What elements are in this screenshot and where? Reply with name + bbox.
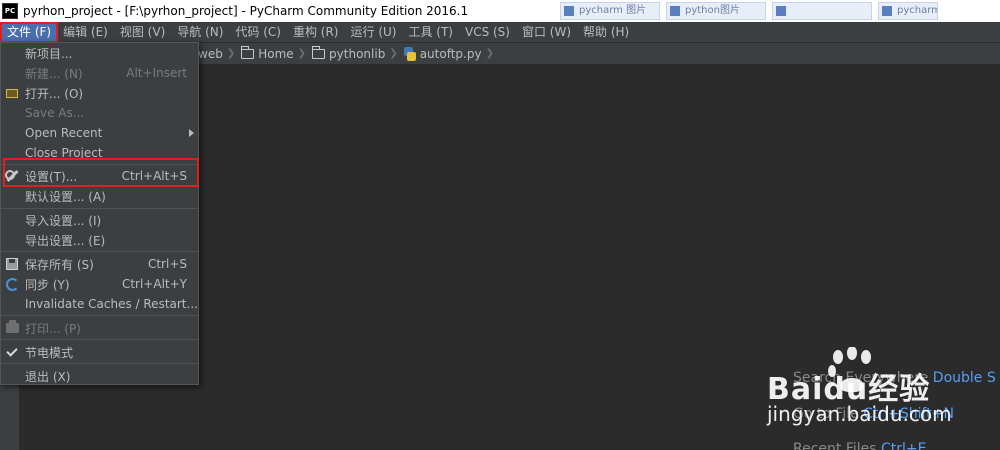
main-menubar: 文件 (F) 编辑 (E) 视图 (V) 导航 (N) 代码 (C) 重构 (R… <box>0 21 1000 43</box>
menu-vcs[interactable]: VCS (S) <box>459 23 516 42</box>
taskbar-button[interactable]: pycharm 图片 <box>560 2 660 20</box>
menu-edit[interactable]: 编辑 (E) <box>57 23 114 42</box>
hint-shortcut: Ctrl+E <box>881 441 927 450</box>
breadcrumb-item-web[interactable]: web ❯ <box>198 43 241 65</box>
menu-file[interactable]: 文件 (F) <box>0 21 59 43</box>
menu-item-open-recent[interactable]: Open Recent <box>1 123 198 143</box>
menu-item-label: 导入设置... (I) <box>25 213 102 228</box>
menu-window[interactable]: 窗口 (W) <box>516 23 577 42</box>
folder-icon <box>240 45 255 59</box>
menu-item-exit[interactable]: 退出 (X) <box>1 366 198 386</box>
save-icon <box>5 257 19 271</box>
pycharm-app-icon: PC <box>2 3 18 19</box>
menu-item-default-settings[interactable]: 默认设置... (A) <box>1 186 198 206</box>
menu-item-shortcut: Ctrl+S <box>147 257 187 271</box>
menu-item-label: Save As... <box>25 106 85 120</box>
menu-item-label: Open Recent <box>25 126 103 140</box>
menu-separator <box>1 251 198 252</box>
window-titlebar: PC pyrhon_project - [F:\pyrhon_project] … <box>0 0 1000 22</box>
breadcrumb: web ❯ Home ❯ pythonlib ❯ autoftp.py ❯ <box>198 43 1000 65</box>
menu-item-label: 导出设置... (E) <box>25 233 106 248</box>
menu-item-label: 新建... (N) <box>25 66 83 81</box>
menu-item-power-save-mode[interactable]: 节电模式 <box>1 342 198 362</box>
taskbar-button[interactable] <box>772 2 872 20</box>
menu-item-label: 节电模式 <box>25 345 74 360</box>
menu-item-label: 保存所有 (S) <box>25 257 94 272</box>
menu-item-label: 同步 (Y) <box>25 277 70 292</box>
chevron-right-icon: ❯ <box>485 48 494 59</box>
menu-item-shortcut: Alt+Insert <box>126 66 187 80</box>
menu-item-label: 打开... (O) <box>25 86 84 101</box>
folder-icon <box>311 45 326 59</box>
breadcrumb-item-autoftp[interactable]: autoftp.py ❯ <box>403 43 500 65</box>
menu-navigate[interactable]: 导航 (N) <box>171 23 229 42</box>
menu-item-label: 默认设置... (A) <box>25 189 106 204</box>
menu-tools[interactable]: 工具 (T) <box>402 23 459 42</box>
taskbar-button[interactable]: python图片 <box>666 2 766 20</box>
chevron-right-icon: ❯ <box>389 48 398 59</box>
menu-item-open[interactable]: 打开... (O) <box>1 83 198 103</box>
sync-icon <box>5 277 19 291</box>
breadcrumb-item-pythonlib[interactable]: pythonlib ❯ <box>311 43 404 65</box>
menu-separator <box>1 363 198 364</box>
menu-help[interactable]: 帮助 (H) <box>577 23 635 42</box>
breadcrumb-label: pythonlib <box>329 46 386 61</box>
menu-item-save-as[interactable]: Save As... <box>1 103 198 123</box>
chevron-right-icon: ❯ <box>226 48 236 59</box>
menu-item-shortcut: Ctrl+Alt+Y <box>121 277 187 291</box>
menu-item-label: Invalidate Caches / Restart... <box>25 297 198 311</box>
breadcrumb-label: autoftp.py <box>419 46 482 61</box>
menu-view[interactable]: 视图 (V) <box>114 23 171 42</box>
submenu-arrow-icon <box>189 129 194 137</box>
menu-code[interactable]: 代码 (C) <box>229 23 287 42</box>
breadcrumb-label: Home <box>258 46 294 61</box>
check-icon <box>5 344 19 359</box>
menu-item-label: 退出 (X) <box>25 369 71 384</box>
background-taskbar: pycharm 图片 python图片 pycharm <box>560 2 1000 20</box>
hint-shortcut: Double S <box>932 370 996 386</box>
breadcrumb-item-home[interactable]: Home ❯ <box>240 43 312 65</box>
python-file-icon <box>403 46 416 61</box>
baidu-watermark-url: jingyan.baidu.com <box>767 402 952 426</box>
menu-run[interactable]: 运行 (U) <box>345 23 403 42</box>
menu-refactor[interactable]: 重构 (R) <box>287 23 345 42</box>
menu-separator <box>1 339 198 340</box>
hint-label: Recent Files <box>793 441 877 450</box>
settings-highlight-box <box>3 158 199 187</box>
menu-item-invalidate-caches[interactable]: Invalidate Caches / Restart... <box>1 294 198 314</box>
menu-item-new-project[interactable]: 新项目... <box>1 43 198 63</box>
menu-item-synchronize[interactable]: 同步 (Y) Ctrl+Alt+Y <box>1 274 198 294</box>
menu-item-save-all[interactable]: 保存所有 (S) Ctrl+S <box>1 254 198 274</box>
print-icon <box>5 320 19 335</box>
chevron-right-icon: ❯ <box>297 48 307 59</box>
menu-separator <box>1 315 198 316</box>
file-menu-dropdown: 新项目... 新建... (N) Alt+Insert 打开... (O) Sa… <box>0 42 199 385</box>
window-title: pyrhon_project - [F:\pyrhon_project] - P… <box>23 4 469 18</box>
hint-recent-files: Recent Files Ctrl+E <box>793 441 927 450</box>
menu-separator <box>1 208 198 209</box>
menu-item-label: 新项目... <box>25 46 73 61</box>
menu-item-import-settings[interactable]: 导入设置... (I) <box>1 210 198 230</box>
menu-item-label: 打印... (P) <box>25 321 81 336</box>
menu-item-export-settings[interactable]: 导出设置... (E) <box>1 230 198 250</box>
breadcrumb-label: web <box>198 46 223 61</box>
folder-icon <box>5 86 19 100</box>
menu-item-new[interactable]: 新建... (N) Alt+Insert <box>1 63 198 83</box>
taskbar-button[interactable]: pycharm <box>878 2 938 20</box>
menu-item-print[interactable]: 打印... (P) <box>1 318 198 338</box>
